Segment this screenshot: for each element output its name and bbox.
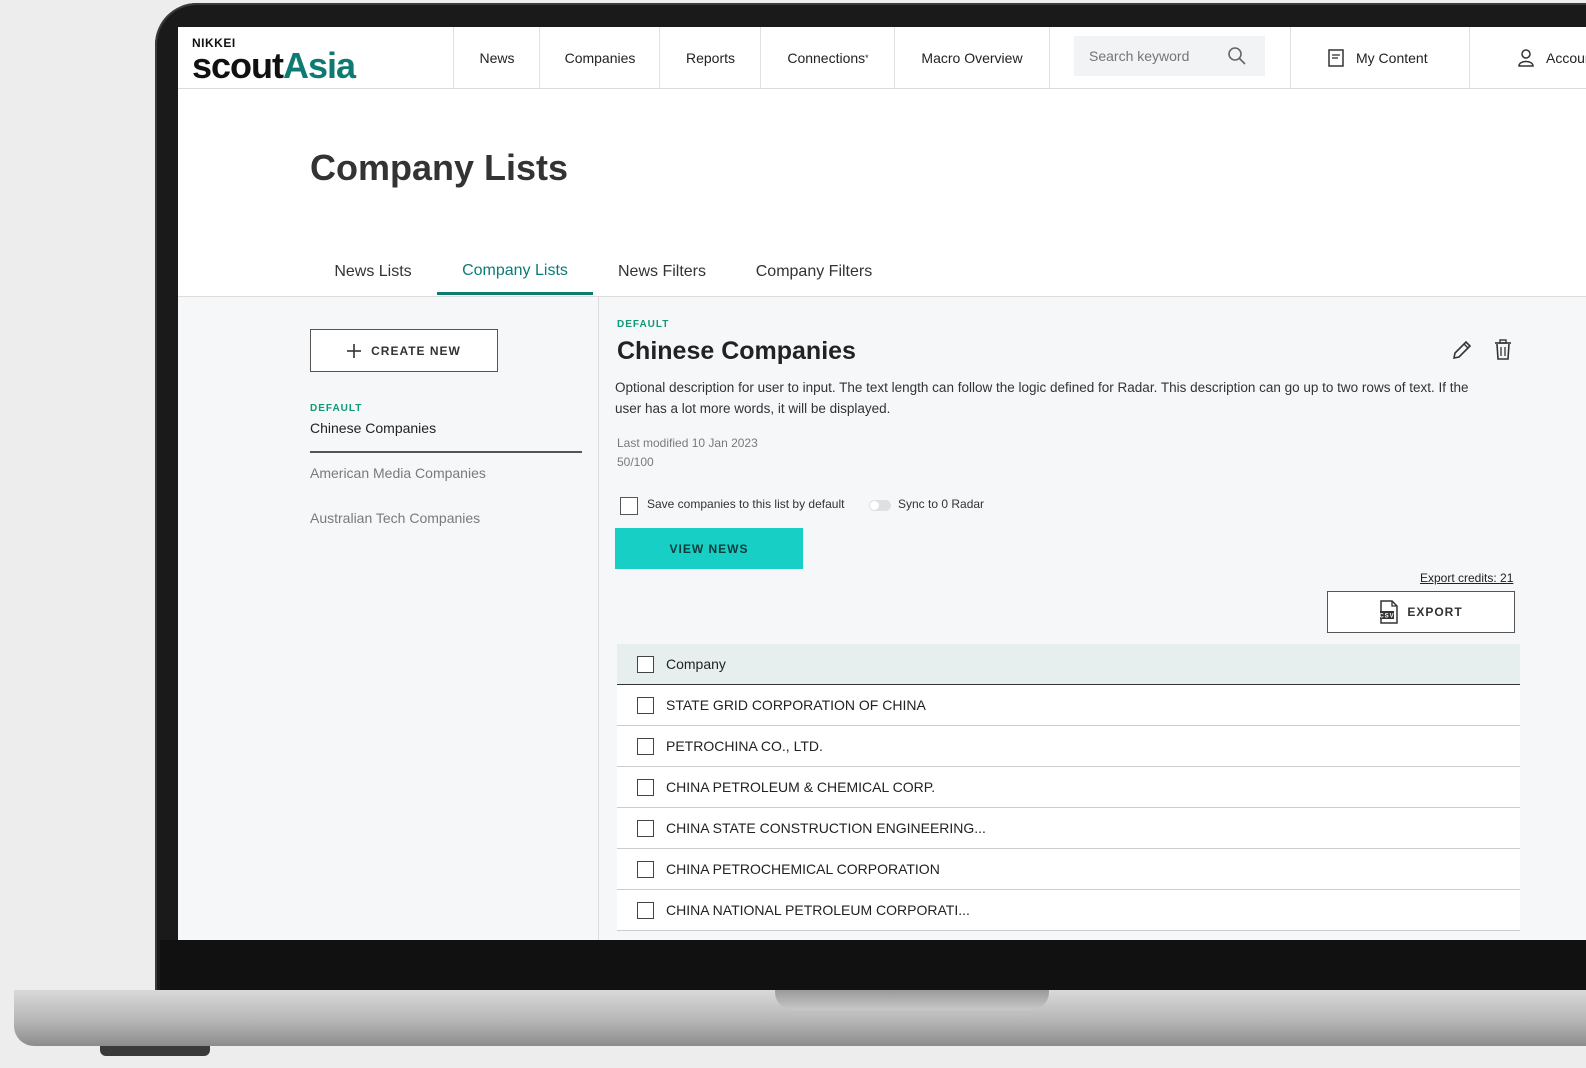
table-row: PETROCHINA CO., LTD. (617, 726, 1520, 767)
row-checkbox[interactable] (637, 901, 654, 919)
nav-news[interactable]: News (453, 27, 540, 88)
default-tag: DEFAULT (617, 319, 670, 330)
tab-company-lists-label: Company Lists (462, 261, 568, 279)
search-input[interactable] (1074, 47, 1231, 65)
csv-file-icon: CSV (1380, 600, 1399, 624)
laptop-foot (100, 1046, 210, 1056)
tab-company-filters[interactable]: Company Filters (733, 249, 895, 295)
account-label: Account (1546, 49, 1586, 66)
company-table: Company STATE GRID CORPORATION OF CHINA … (617, 644, 1520, 931)
row-checkbox[interactable] (637, 696, 654, 714)
logo-wordmark: scoutAsia (192, 48, 356, 84)
my-content-label: My Content (1356, 49, 1428, 66)
pencil-icon[interactable] (1451, 339, 1473, 361)
list-sidebar: CREATE NEW DEFAULT Chinese Companies Ame… (178, 297, 599, 940)
tab-company-filters-label: Company Filters (755, 263, 873, 280)
laptop-notch (775, 990, 1049, 1010)
list-meta: Last modified 10 Jan 2023 50/100 (617, 434, 758, 472)
trash-icon[interactable] (1493, 339, 1513, 361)
nav-connections-asterisk: * (865, 52, 869, 63)
create-new-label: CREATE NEW (371, 343, 461, 358)
sidebar-item-label: Chinese Companies (310, 420, 437, 436)
page-title: Company Lists (310, 147, 569, 188)
sidebar-item-american-media[interactable]: American Media Companies (310, 465, 486, 481)
nav-macro-overview[interactable]: Macro Overview (894, 27, 1050, 88)
create-new-button[interactable]: CREATE NEW (310, 329, 498, 372)
nav-connections[interactable]: Connections * (760, 27, 895, 88)
company-count: 50/100 (617, 455, 654, 469)
save-default-label: Save companies to this list by default (647, 497, 845, 511)
plus-icon (347, 343, 362, 358)
nav-news-label: News (479, 49, 515, 66)
search-box (1074, 36, 1265, 76)
my-content-link[interactable]: My Content (1328, 27, 1428, 88)
page-header: Company Lists News Lists Company Lists N… (178, 89, 1586, 297)
table-row: STATE GRID CORPORATION OF CHINA (617, 685, 1520, 726)
tab-news-filters[interactable]: News Filters (595, 249, 729, 295)
nav-reports[interactable]: Reports (659, 27, 761, 88)
table-row: CHINA PETROCHEMICAL CORPORATION (617, 849, 1520, 890)
nav-companies-label: Companies (564, 49, 636, 66)
table-header: Company (617, 644, 1520, 685)
table-row: CHINA NATIONAL PETROLEUM CORPORATI... (617, 890, 1520, 931)
tab-news-filters-label: News Filters (617, 263, 706, 280)
top-navigation: NIKKEI scoutAsia News Companies Reports … (178, 27, 1586, 89)
nav-divider (1290, 27, 1291, 88)
nav-macro-overview-label: Macro Overview (921, 49, 1023, 66)
table-row: CHINA PETROLEUM & CHEMICAL CORP. (617, 767, 1520, 808)
sync-radar-label: Sync to 0 Radar (898, 497, 985, 511)
nav-connections-label: Connections (787, 49, 866, 66)
company-name[interactable]: STATE GRID CORPORATION OF CHINA (666, 697, 926, 713)
list-description: Optional description for user to input. … (615, 380, 1469, 416)
company-name[interactable]: PETROCHINA CO., LTD. (666, 738, 823, 754)
nav-reports-label: Reports (685, 49, 736, 66)
logo[interactable]: NIKKEI scoutAsia (192, 37, 356, 84)
row-checkbox[interactable] (637, 778, 654, 796)
tab-company-lists[interactable]: Company Lists (437, 249, 593, 295)
table-row: CHINA STATE CONSTRUCTION ENGINEERING... (617, 808, 1520, 849)
screen: NIKKEI scoutAsia News Companies Reports … (178, 27, 1586, 940)
export-label: EXPORT (1407, 605, 1463, 619)
sidebar-item-chinese-companies[interactable]: DEFAULT Chinese Companies (310, 403, 582, 453)
logo-asia: Asia (283, 45, 356, 86)
list-detail: DEFAULT Chinese Companies Optional descr… (599, 297, 1586, 940)
default-tag: DEFAULT (310, 403, 363, 414)
logo-scout: scout (192, 45, 284, 86)
select-all-checkbox[interactable] (637, 655, 654, 673)
export-credits-link[interactable]: Export credits: 21 (1420, 571, 1513, 585)
laptop-bezel (160, 940, 1586, 992)
view-news-button[interactable]: VIEW NEWS (615, 528, 803, 569)
company-name[interactable]: CHINA NATIONAL PETROLEUM CORPORATI... (666, 902, 970, 918)
view-news-label: VIEW NEWS (669, 541, 749, 556)
csv-icon-text: CSV (1380, 614, 1395, 620)
company-name[interactable]: CHINA PETROCHEMICAL CORPORATION (666, 861, 940, 877)
save-default-checkbox[interactable] (620, 497, 638, 515)
user-icon (1518, 48, 1534, 67)
nav-divider (1469, 27, 1470, 88)
list-title: Chinese Companies (617, 337, 856, 365)
nav-companies[interactable]: Companies (539, 27, 660, 88)
sync-radar-toggle[interactable] (869, 500, 891, 511)
account-link[interactable]: Account (1518, 27, 1586, 88)
row-checkbox[interactable] (637, 860, 654, 878)
company-name[interactable]: CHINA PETROLEUM & CHEMICAL CORP. (666, 779, 935, 795)
document-icon (1328, 48, 1344, 67)
row-checkbox[interactable] (637, 819, 654, 837)
sidebar-item-australian-tech[interactable]: Australian Tech Companies (310, 510, 480, 526)
export-button[interactable]: CSV EXPORT (1327, 591, 1515, 633)
column-header-company: Company (666, 656, 726, 672)
company-name[interactable]: CHINA STATE CONSTRUCTION ENGINEERING... (666, 820, 986, 836)
search-icon[interactable] (1227, 46, 1247, 66)
row-checkbox[interactable] (637, 737, 654, 755)
tab-news-lists[interactable]: News Lists (310, 249, 436, 295)
tab-news-lists-label: News Lists (334, 263, 412, 280)
last-modified: Last modified 10 Jan 2023 (617, 436, 758, 450)
